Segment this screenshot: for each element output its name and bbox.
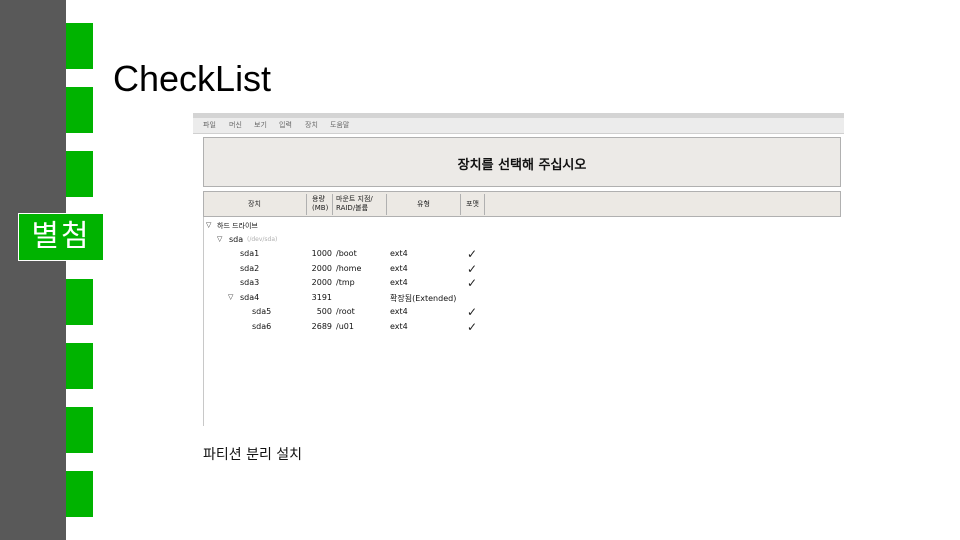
menu-view[interactable]: 보기 [254, 120, 267, 130]
column-format[interactable]: 포맷 [466, 200, 479, 209]
format-check-icon: ✓ [467, 247, 478, 261]
format-check-icon: ✓ [467, 276, 478, 290]
row-device: sda6 [252, 322, 272, 331]
tree-group-hard-drives[interactable]: ▽ 하드 드라이브 [204, 219, 842, 233]
menu-machine[interactable]: 머신 [229, 120, 242, 130]
row-type: 확장됨(Extended) [390, 294, 457, 303]
column-separator [306, 194, 307, 215]
expand-arrow-icon[interactable]: ▽ [217, 235, 222, 243]
row-device: sda4 [240, 293, 260, 302]
format-check-icon: ✓ [467, 305, 478, 319]
column-separator [484, 194, 485, 215]
row-mount: /boot [336, 249, 357, 258]
green-tab [66, 23, 93, 69]
row-device: sda2 [240, 264, 260, 273]
disk-label: sda [229, 235, 244, 244]
row-type: ext4 [390, 322, 408, 331]
row-device: sda3 [240, 278, 260, 287]
row-size: 2000 [311, 278, 332, 287]
header-panel: 장치를 선택해 주십시오 [203, 137, 841, 187]
row-size: 500 [316, 307, 332, 316]
menu-devices[interactable]: 장치 [305, 120, 318, 130]
row-mount: /u01 [336, 322, 354, 331]
menu-bar: 파일 머신 보기 입력 장치 도움말 [193, 118, 844, 134]
column-size-line2: (MB) [312, 204, 329, 212]
partition-row[interactable]: sda3 2000 /tmp ext4 ✓ [204, 276, 842, 290]
row-device: sda1 [240, 249, 260, 258]
row-size: 1000 [311, 249, 332, 258]
green-tab [66, 407, 93, 453]
green-tab [66, 279, 93, 325]
row-size: 2689 [311, 322, 332, 331]
partition-row[interactable]: sda5 500 /root ext4 ✓ [204, 305, 842, 319]
slide-title: CheckList [113, 58, 272, 99]
partition-tree[interactable]: ▽ 하드 드라이브 ▽ sda (/dev/sda) sda1 1000 /bo… [203, 217, 842, 426]
group-label: 하드 드라이브 [217, 222, 258, 230]
partition-row-extended[interactable]: ▽ sda4 3191 확장됨(Extended) [204, 291, 842, 305]
header-title: 장치를 선택해 주십시오 [457, 158, 587, 173]
row-size: 2000 [311, 264, 332, 273]
format-check-icon: ✓ [467, 320, 478, 334]
row-type: ext4 [390, 249, 408, 258]
row-type: ext4 [390, 278, 408, 287]
column-separator [332, 194, 333, 215]
column-mount[interactable]: 마운트 지점/ RAID/볼륨 [336, 195, 373, 213]
row-device: sda5 [252, 307, 272, 316]
format-check-icon: ✓ [467, 262, 478, 276]
green-tab [66, 343, 93, 389]
menu-input[interactable]: 입력 [279, 120, 292, 130]
expand-arrow-icon[interactable]: ▽ [228, 293, 233, 301]
disk-path: (/dev/sda) [247, 236, 278, 243]
green-tab [66, 471, 93, 517]
row-mount: /home [336, 264, 362, 273]
partition-row[interactable]: sda6 2689 /u01 ext4 ✓ [204, 320, 842, 334]
installer-screenshot: 파일 머신 보기 입력 장치 도움말 장치를 선택해 주십시오 장치 용량 (M… [193, 113, 844, 426]
column-device[interactable]: 장치 [248, 200, 261, 209]
column-separator [460, 194, 461, 215]
appendix-label: 별첨 [18, 213, 104, 261]
menu-file[interactable]: 파일 [203, 120, 216, 130]
green-tab [66, 87, 93, 133]
row-type: ext4 [390, 264, 408, 273]
menu-help[interactable]: 도움말 [330, 120, 349, 130]
row-mount: /root [336, 307, 355, 316]
partition-row[interactable]: sda2 2000 /home ext4 ✓ [204, 262, 842, 276]
figure-caption: 파티션 분리 설치 [203, 447, 303, 463]
partition-row[interactable]: sda1 1000 /boot ext4 ✓ [204, 247, 842, 261]
row-mount: /tmp [336, 278, 355, 287]
green-tab [66, 151, 93, 197]
column-size-line1: 용량 [312, 195, 325, 203]
row-type: ext4 [390, 307, 408, 316]
column-type[interactable]: 유형 [417, 200, 430, 209]
row-size: 3191 [311, 293, 332, 302]
column-separator [386, 194, 387, 215]
tree-disk-sda[interactable]: ▽ sda (/dev/sda) [204, 233, 842, 247]
column-size[interactable]: 용량 (MB) [312, 195, 328, 213]
expand-arrow-icon[interactable]: ▽ [206, 221, 211, 229]
column-mount-line1: 마운트 지점/ [336, 195, 373, 203]
left-sidebar [0, 0, 66, 540]
column-mount-line2: RAID/볼륨 [336, 204, 369, 212]
column-header: 장치 용량 (MB) 마운트 지점/ RAID/볼륨 유형 포맷 [203, 191, 841, 217]
